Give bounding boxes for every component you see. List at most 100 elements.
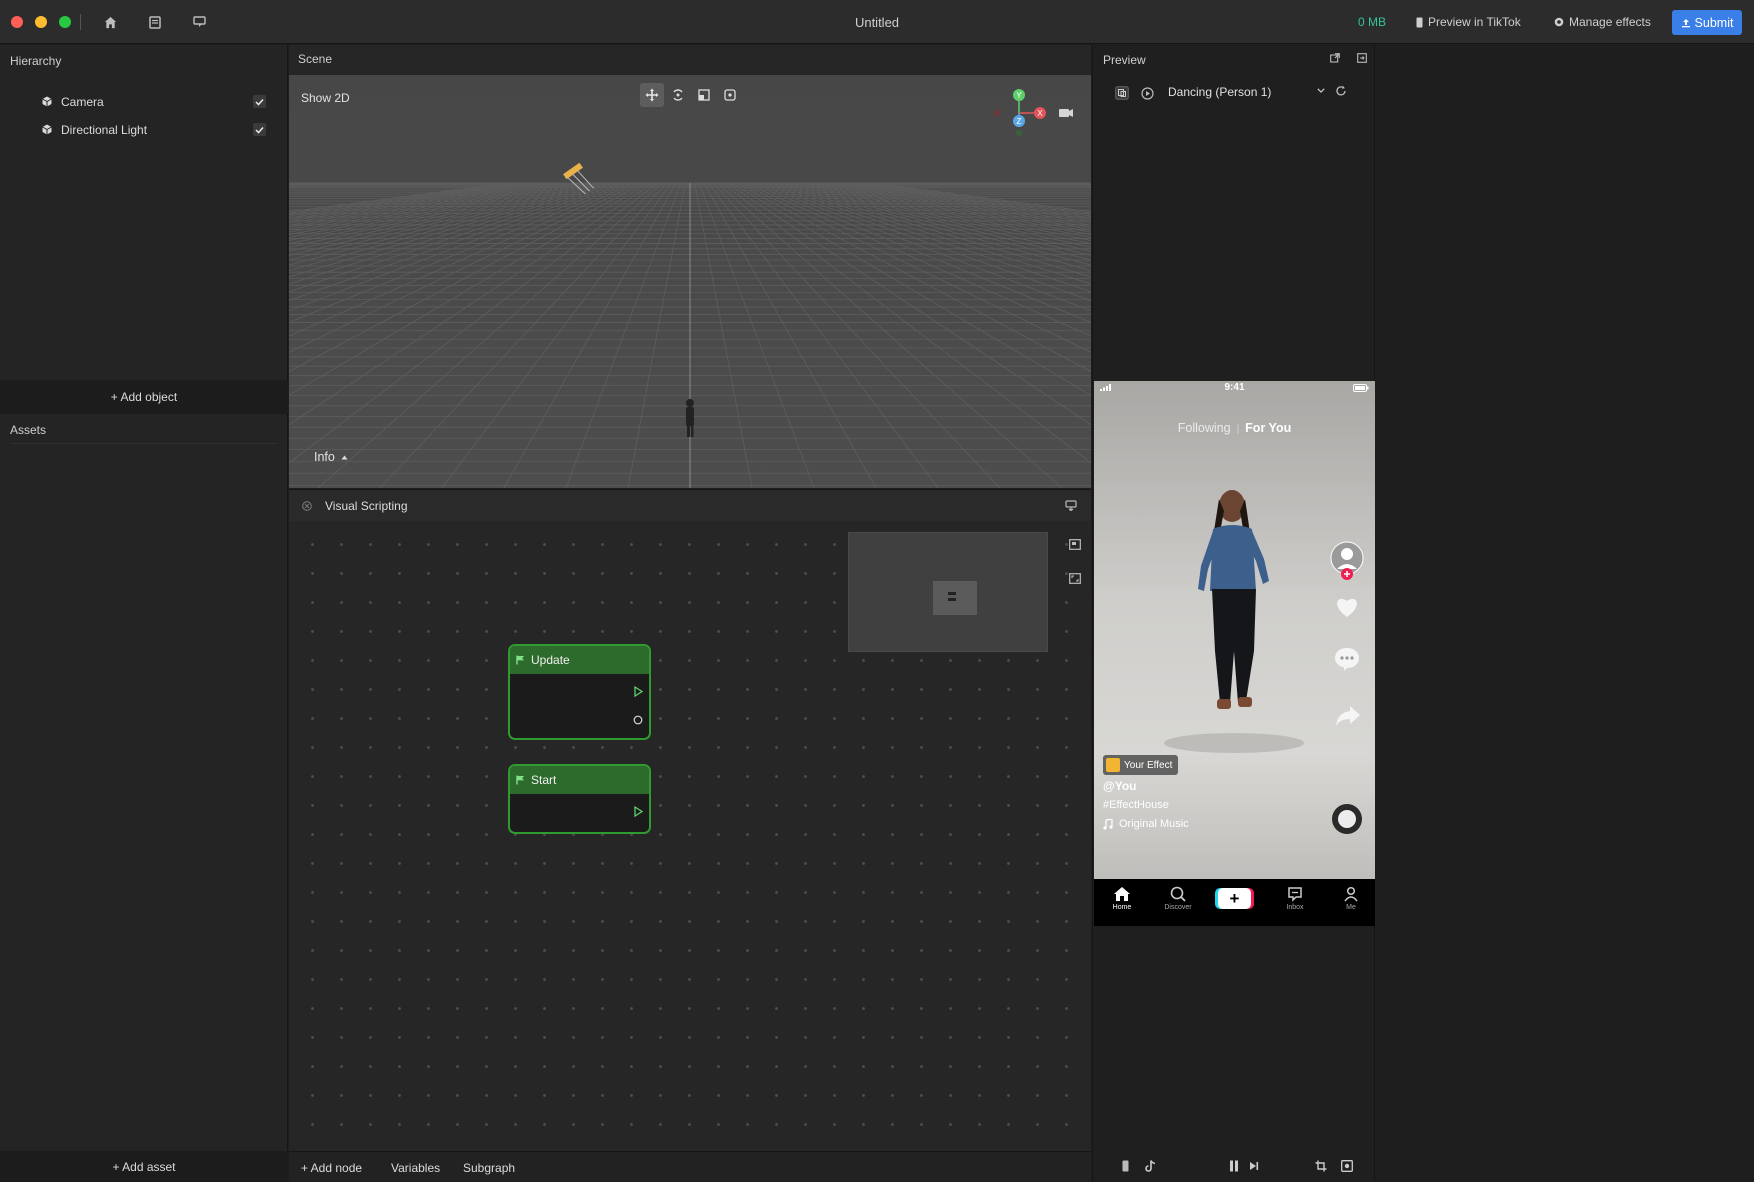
hierarchy-item-directional-light[interactable]: Directional Light (0, 117, 288, 143)
rect-tool-icon[interactable] (718, 83, 742, 107)
comment-icon[interactable] (1334, 646, 1360, 675)
object-cube-icon (42, 124, 52, 135)
axis-gizmo[interactable]: Y X Z (987, 83, 1077, 153)
nav-inbox[interactable]: Inbox (1270, 884, 1320, 911)
visibility-checkbox[interactable] (253, 123, 266, 136)
add-asset-button[interactable]: + Add asset (0, 1151, 288, 1182)
move-tool-icon[interactable] (640, 83, 664, 107)
phone-icon (1416, 17, 1423, 27)
maximize-window-button[interactable] (59, 16, 71, 28)
pause-icon[interactable] (1229, 1160, 1239, 1172)
preview-footer (1093, 1151, 1376, 1182)
post-music[interactable]: Original Music (1103, 818, 1189, 830)
scale-tool-icon[interactable] (692, 83, 716, 107)
axis-z-label: Z (1017, 117, 1022, 126)
submit-button[interactable]: Submit (1672, 10, 1742, 35)
scene-viewport[interactable]: Show 2D Y X Z Info (289, 75, 1091, 488)
nav-discover[interactable]: Discover (1153, 884, 1203, 911)
pop-out-icon[interactable] (1330, 53, 1340, 63)
pin-icon[interactable] (1065, 499, 1077, 511)
nav-label: Inbox (1286, 904, 1304, 911)
hierarchy-item-label: Directional Light (61, 123, 148, 137)
step-forward-icon[interactable] (1249, 1161, 1259, 1171)
post-hashtag[interactable]: #EffectHouse (1103, 799, 1169, 811)
close-window-button[interactable] (11, 16, 23, 28)
share-icon[interactable] (1335, 705, 1361, 730)
exec-out-port-icon[interactable] (634, 806, 643, 817)
rotate-tool-icon[interactable] (666, 83, 690, 107)
device-icon[interactable] (1122, 1160, 1129, 1172)
screenshot-icon[interactable] (1341, 1160, 1353, 1172)
document-icon[interactable] (145, 12, 165, 32)
exec-out-port-icon[interactable] (634, 686, 643, 697)
preview-title: Preview (1103, 53, 1146, 67)
home-icon[interactable] (100, 12, 120, 32)
phone-status-bar: 9:41 (1094, 381, 1375, 395)
feedback-icon[interactable] (189, 12, 209, 32)
tiktok-icon[interactable] (1145, 1160, 1156, 1172)
tab-separator: | (1236, 424, 1240, 435)
phone-preview[interactable]: 9:41 Following | For You Your Effect @You … (1094, 381, 1375, 926)
visual-scripting-canvas[interactable]: Update Start (289, 521, 1091, 1151)
heart-icon[interactable] (1334, 595, 1360, 622)
collapse-panel-icon[interactable] (1357, 53, 1367, 63)
hierarchy-item-label: Camera (61, 95, 104, 109)
submit-label: Submit (1694, 15, 1734, 30)
nav-home[interactable]: Home (1097, 884, 1147, 911)
create-plus-button[interactable]: + (1218, 888, 1251, 909)
effect-badge-label: Your Effect (1124, 759, 1173, 771)
video-select[interactable]: Dancing (Person 1) (1168, 85, 1271, 99)
profile-icon (1344, 886, 1358, 902)
visibility-checkbox[interactable] (253, 95, 266, 108)
node-start[interactable]: Start (508, 764, 651, 834)
manage-effects-button[interactable]: Manage effects (1554, 10, 1651, 34)
memory-usage: 0 MB (1358, 15, 1387, 29)
chevron-up-icon (341, 455, 348, 459)
add-node-button[interactable]: + Add node (301, 1161, 362, 1175)
effect-badge[interactable]: Your Effect (1103, 755, 1179, 775)
chevron-down-icon[interactable] (1317, 88, 1325, 93)
variables-tab[interactable]: Variables (391, 1161, 440, 1175)
title-bar: Untitled 0 MB Preview in TikTok Manage e… (0, 0, 1754, 44)
hierarchy-item-camera[interactable]: Camera (0, 89, 288, 115)
check-icon (255, 98, 264, 106)
show-2d-toggle[interactable]: Show 2D (301, 91, 350, 105)
node-update[interactable]: Update (508, 644, 651, 740)
node-header: Update (510, 646, 649, 674)
nav-me[interactable]: Me (1326, 884, 1375, 911)
subgraph-tab[interactable]: Subgraph (463, 1161, 515, 1175)
post-username[interactable]: @You (1103, 779, 1136, 793)
value-out-port-icon[interactable] (633, 715, 643, 725)
person-silhouette (686, 399, 694, 437)
tab-following[interactable]: Following (1178, 421, 1231, 435)
info-toggle[interactable]: Info (314, 450, 348, 464)
tab-for-you[interactable]: For You (1245, 421, 1291, 435)
crop-icon[interactable] (1315, 1160, 1327, 1172)
minimap-node (948, 598, 956, 601)
graph-minimap[interactable] (848, 532, 1048, 652)
flag-icon (516, 655, 524, 665)
music-disc-icon[interactable] (1330, 802, 1364, 839)
effect-icon (1106, 758, 1120, 772)
hierarchy-title: Hierarchy (10, 54, 62, 68)
profile-avatar-icon[interactable] (1330, 541, 1364, 584)
minimap-toggle-icon[interactable] (1067, 536, 1083, 552)
preview-panel: Preview Dancing (Person 1) 9:41 Followin… (1092, 45, 1375, 1182)
node-title: Update (531, 653, 570, 667)
visual-scripting-header: Visual Scripting (289, 489, 1091, 521)
preview-in-tiktok-label: Preview in TikTok (1428, 15, 1521, 29)
video-source-icon[interactable] (1141, 87, 1154, 100)
titlebar-divider (80, 14, 81, 30)
fit-view-icon[interactable] (1067, 570, 1083, 586)
preview-in-tiktok-button[interactable]: Preview in TikTok (1416, 10, 1521, 34)
close-icon[interactable] (302, 501, 312, 511)
music-label: Original Music (1119, 818, 1189, 830)
axis-y-label: Y (1016, 91, 1022, 100)
visual-scripting-footer: + Add node Variables Subgraph (289, 1151, 1091, 1182)
left-panel: Hierarchy Camera Directional Light + Add… (0, 45, 288, 1182)
add-object-button[interactable]: + Add object (0, 380, 288, 414)
nav-label: Discover (1164, 904, 1192, 911)
minimize-window-button[interactable] (35, 16, 47, 28)
refresh-icon[interactable] (1335, 85, 1347, 97)
layout-icon[interactable] (1115, 86, 1129, 100)
